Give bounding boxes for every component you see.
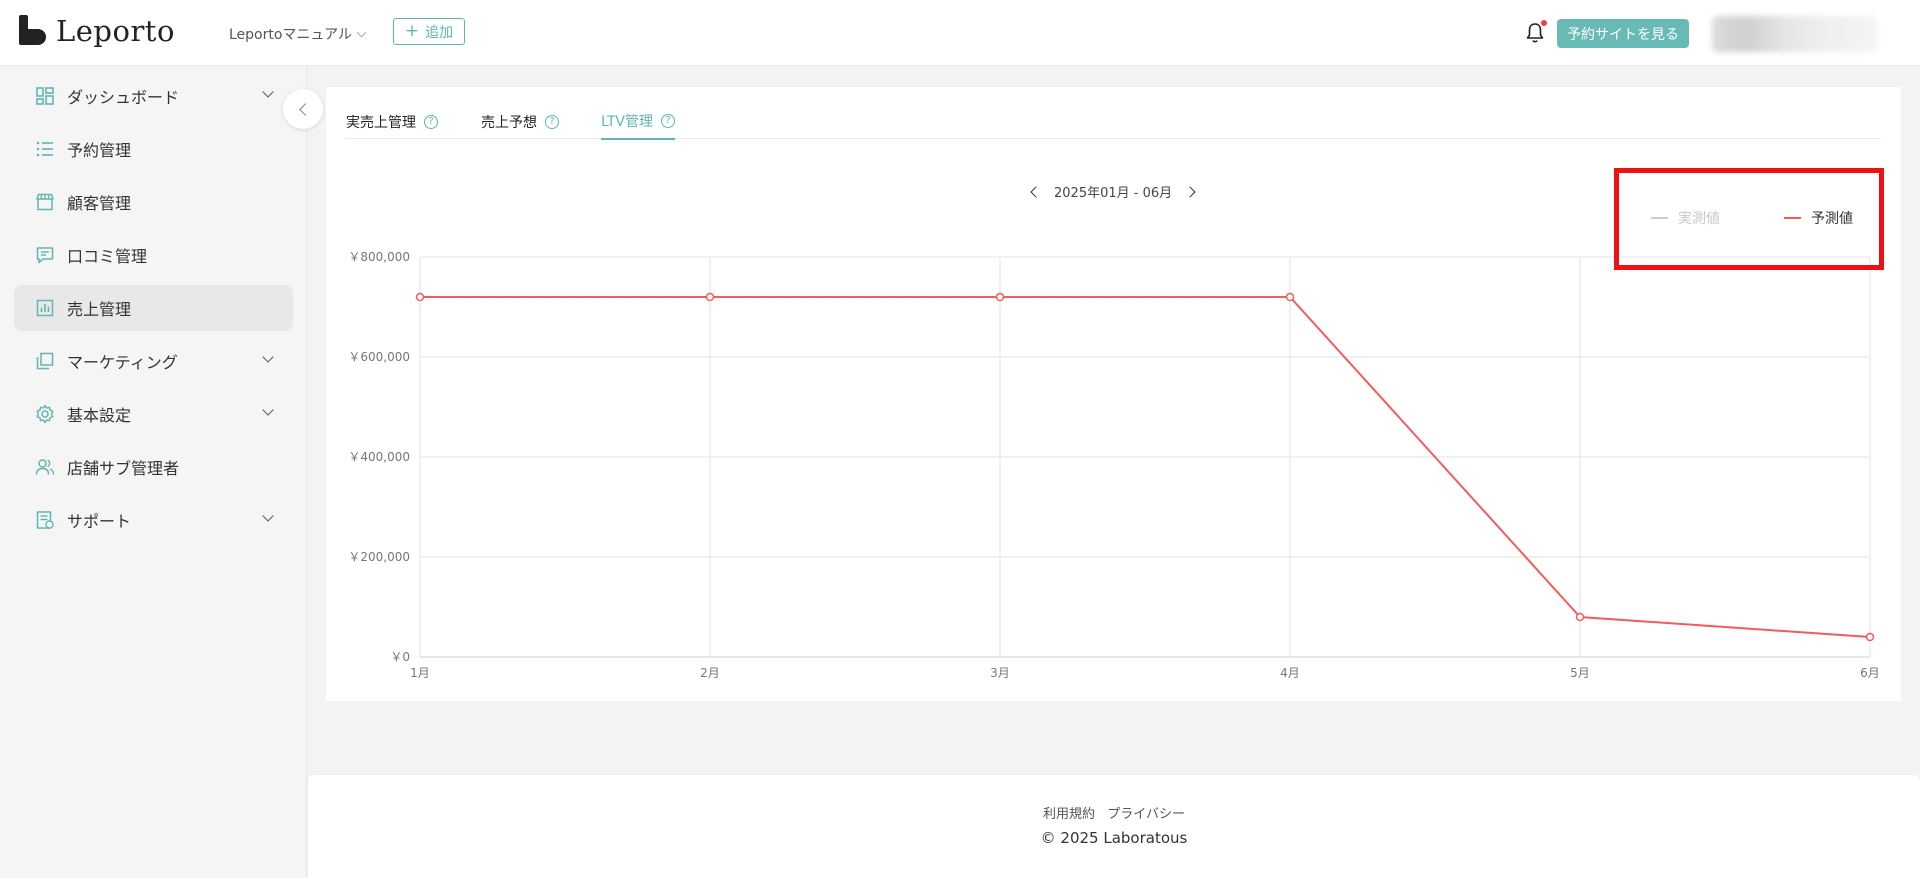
y-tick-label: ￥200,000 <box>348 550 410 564</box>
terms-link[interactable]: 利用規約 <box>1043 807 1095 822</box>
tab-ltv[interactable]: LTV管理 ? <box>601 104 676 140</box>
help-icon[interactable]: ? <box>424 115 438 129</box>
user-account-menu[interactable] <box>1712 16 1877 52</box>
x-tick-label: 3月 <box>990 666 1010 680</box>
x-tick-label: 5月 <box>1570 666 1590 680</box>
dashboard-icon <box>36 87 54 105</box>
y-tick-label: ￥600,000 <box>348 350 410 364</box>
legend-swatch <box>1784 217 1801 219</box>
app-logo[interactable]: Leporto <box>18 14 175 48</box>
add-label: 追加 <box>425 24 454 41</box>
period-label: 2025年01月 - 06月 <box>1054 186 1173 201</box>
help-icon[interactable]: ? <box>661 114 676 128</box>
gear-icon <box>36 404 54 424</box>
sidebar-item-sub-admins[interactable]: 店舗サブ管理者 <box>14 444 293 490</box>
logo-mark <box>18 15 48 47</box>
sidebar-item-dashboard[interactable]: ダッシュボード <box>14 73 293 119</box>
data-point <box>995 292 1005 302</box>
sidebar-item-settings[interactable]: 基本設定 <box>14 391 293 437</box>
tab-sales-forecast[interactable]: 売上予想 ? <box>481 104 559 140</box>
x-tick-label: 6月 <box>1860 666 1880 680</box>
shop-selector[interactable]: Leportoマニュアル <box>229 24 367 44</box>
privacy-link[interactable]: プライバシー <box>1107 807 1185 822</box>
ltv-line-chart: ￥0 ￥200,000 ￥400,000 ￥600,000 ￥800,000 1月 2月 3月… <box>348 250 1880 680</box>
legend-forecast[interactable]: 予測値 <box>1784 208 1853 228</box>
chevron-left-icon <box>298 102 312 116</box>
y-tick-label: ￥400,000 <box>348 450 410 464</box>
data-point <box>1865 632 1875 642</box>
help-icon[interactable]: ? <box>545 115 559 129</box>
sidebar: ダッシュボード 予約管理 顧客管理 口コミ管理 売上管理 マーケティング 基本設… <box>0 67 307 878</box>
tab-label: 売上予想 <box>481 115 537 131</box>
sidebar-item-reservations[interactable]: 予約管理 <box>14 126 293 172</box>
x-tick-label: 4月 <box>1280 666 1300 680</box>
legend-swatch <box>1651 217 1668 219</box>
tab-label: LTV管理 <box>601 114 654 130</box>
sidebar-item-reviews[interactable]: 口コミ管理 <box>14 232 293 278</box>
top-header: Leporto Leportoマニュアル + 追加 予約サイトを見る <box>0 0 1920 66</box>
sidebar-item-label: マーケティング <box>67 353 178 372</box>
bar-chart-icon <box>36 299 54 317</box>
x-tick-label: 2月 <box>700 666 720 680</box>
view-booking-site-button[interactable]: 予約サイトを見る <box>1557 19 1689 48</box>
legend-label: 実測値 <box>1678 211 1720 227</box>
sidebar-collapse-button[interactable] <box>283 89 323 129</box>
footer-links: 利用規約 プライバシー <box>308 803 1920 822</box>
chevron-down-icon <box>356 27 367 37</box>
comment-icon <box>36 247 54 264</box>
sidebar-item-label: ダッシュボード <box>67 88 180 107</box>
chevron-down-icon <box>262 86 274 98</box>
sidebar-item-label: 基本設定 <box>67 406 132 425</box>
add-button[interactable]: + 追加 <box>393 18 465 45</box>
y-tick-label: ￥0 <box>390 650 410 664</box>
chevron-down-icon <box>262 510 274 522</box>
copyright: © 2025 Laboratous <box>1040 829 1188 847</box>
y-tick-label: ￥800,000 <box>348 250 410 264</box>
tab-actual-sales[interactable]: 実売上管理 ? <box>346 104 438 140</box>
chevron-down-icon <box>262 351 274 363</box>
sales-tabs: 実売上管理 ? 売上予想 ? LTV管理 ? <box>346 87 1881 140</box>
data-point <box>705 292 715 302</box>
chevron-down-icon <box>262 404 274 416</box>
x-tick-label: 1月 <box>410 666 430 680</box>
sidebar-item-label: サポート <box>67 512 132 531</box>
logo-text: Leporto <box>56 14 175 48</box>
legend-actual[interactable]: 実測値 <box>1651 208 1720 228</box>
sidebar-item-label: 予約管理 <box>67 141 132 160</box>
series-line <box>420 296 1871 638</box>
list-icon <box>36 141 53 157</box>
sidebar-item-support[interactable]: サポート <box>14 497 293 543</box>
legend-label: 予測値 <box>1811 211 1853 227</box>
sidebar-item-label: 店舗サブ管理者 <box>67 459 180 478</box>
sidebar-item-customers[interactable]: 顧客管理 <box>14 179 293 225</box>
sidebar-item-sales[interactable]: 売上管理 <box>14 285 293 331</box>
users-icon <box>35 459 55 475</box>
sidebar-item-label: 売上管理 <box>67 300 132 319</box>
document-icon <box>36 511 54 529</box>
layers-icon <box>36 352 54 370</box>
shop-name: Leportoマニュアル <box>229 27 353 43</box>
data-point <box>1285 292 1295 302</box>
tab-label: 実売上管理 <box>346 115 416 131</box>
notification-dot <box>1541 20 1547 26</box>
footer: 利用規約 プライバシー © 2025 Laboratous <box>308 775 1920 878</box>
sidebar-item-label: 口コミ管理 <box>67 247 148 266</box>
plus-icon: + <box>404 21 420 41</box>
data-point <box>415 292 425 302</box>
store-icon <box>36 193 54 211</box>
previous-period-button[interactable] <box>1030 185 1042 198</box>
sidebar-item-label: 顧客管理 <box>67 194 132 213</box>
data-point <box>1575 612 1585 622</box>
sidebar-item-marketing[interactable]: マーケティング <box>14 338 293 384</box>
next-period-button[interactable] <box>1184 185 1196 198</box>
period-navigator: 2025年01月 - 06月 <box>1030 182 1196 201</box>
